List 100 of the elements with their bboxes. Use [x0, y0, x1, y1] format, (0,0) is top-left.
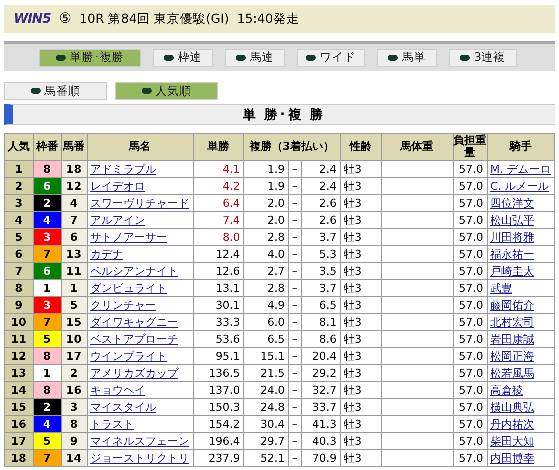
frame-cell: 7	[33, 246, 62, 262]
table-cell: 8	[4, 280, 34, 296]
table-cell: 牡3	[340, 432, 382, 450]
table-cell: 57.0	[453, 348, 488, 364]
table-cell: 牡3	[340, 296, 382, 314]
table-cell: 1.9	[244, 160, 289, 178]
table-cell: 9	[4, 296, 34, 314]
table-cell: 57.0	[453, 432, 488, 450]
table-cell: 237.9	[193, 450, 244, 466]
table-cell: 196.4	[193, 432, 244, 450]
table-cell: 7	[4, 262, 34, 280]
table-cell: 13.1	[193, 280, 244, 296]
bet-type-tab[interactable]: 枠連	[153, 48, 213, 66]
table-cell: 3.7	[302, 228, 340, 246]
column-header: 馬番	[61, 134, 88, 160]
frame-cell: 8	[33, 160, 62, 178]
table-cell: 牡3	[340, 382, 382, 398]
leg-number: ⑤	[59, 11, 72, 27]
table-cell: 5.3	[302, 246, 340, 262]
table-cell: 14	[4, 382, 34, 398]
bullet-icon	[30, 88, 40, 94]
table-cell: 8	[61, 416, 88, 432]
frame-cell: 4	[33, 416, 62, 432]
bet-type-tab[interactable]: 馬連	[225, 48, 285, 66]
bullet-icon	[142, 88, 152, 94]
table-cell: 2.7	[244, 262, 289, 280]
table-cell: 2.0	[244, 212, 289, 228]
table-cell: 57.0	[453, 246, 488, 262]
column-header: 人気	[4, 134, 34, 160]
frame-cell: 8	[33, 382, 62, 398]
sort-tab[interactable]: 人気順	[115, 82, 218, 100]
table-cell: 牡3	[340, 246, 382, 262]
bet-type-tab[interactable]: ワイド	[297, 48, 365, 66]
table-cell: 154.2	[193, 416, 244, 432]
table-cell: 57.0	[453, 314, 488, 330]
table-cell: 4	[4, 212, 34, 228]
table-cell: 2	[4, 178, 34, 194]
bullet-icon	[306, 54, 316, 60]
table-cell: 5	[4, 228, 34, 246]
table-cell: 57.0	[453, 194, 488, 212]
table-cell: 10	[61, 330, 88, 348]
table-cell: 牡3	[340, 212, 382, 228]
table-cell: 2.6	[302, 194, 340, 212]
table-cell: 4	[61, 194, 88, 212]
table-cell: 4.0	[244, 246, 289, 262]
table-cell: 150.3	[193, 398, 244, 416]
table-cell: 53.6	[193, 330, 244, 348]
table-cell: 2.8	[244, 280, 289, 296]
frame-cell: 8	[33, 348, 62, 364]
table-cell: 4.2	[193, 178, 244, 194]
table-cell: 57.0	[453, 178, 488, 194]
table-cell: 2	[61, 364, 88, 382]
table-cell: 6.5	[302, 296, 340, 314]
bullet-icon	[164, 54, 174, 60]
table-cell: 6.5	[244, 330, 289, 348]
table-cell: 牡3	[340, 314, 382, 330]
table-cell: 18	[4, 450, 34, 466]
column-header: 単勝	[193, 134, 244, 160]
race-title: 10R 第84回 東京優駿(GI)	[80, 10, 230, 28]
table-cell: 57.0	[453, 398, 488, 416]
section-title: 単 勝･複 勝	[242, 106, 326, 124]
table-cell: 57.0	[453, 296, 488, 314]
table-cell: 136.5	[193, 364, 244, 382]
table-cell: 4.9	[244, 296, 289, 314]
bullet-icon	[460, 54, 470, 60]
table-cell: 2.8	[244, 228, 289, 246]
table-cell: 15	[61, 314, 88, 330]
sort-tab[interactable]: 馬番順	[4, 82, 107, 100]
table-cell: 57.0	[453, 212, 488, 228]
frame-cell: 1	[33, 280, 62, 296]
table-cell: 2.0	[244, 194, 289, 212]
table-cell: 33.3	[193, 314, 244, 330]
table-cell: 牡3	[340, 262, 382, 280]
table-cell: 7	[61, 212, 88, 228]
table-cell: 57.0	[453, 280, 488, 296]
bet-type-tab[interactable]: 単勝･複勝	[39, 48, 141, 66]
table-cell: 57.0	[453, 450, 488, 466]
table-cell: 10	[4, 314, 34, 330]
table-cell: 16	[61, 382, 88, 398]
table-cell: 30.1	[193, 296, 244, 314]
start-time: 15:40発走	[237, 10, 300, 28]
column-header: 性齢	[340, 134, 382, 160]
bet-type-tab[interactable]: 3連複	[449, 48, 517, 66]
table-cell: 12	[61, 178, 88, 194]
table-cell: 21.5	[244, 364, 289, 382]
table-cell: 12	[4, 348, 34, 364]
frame-cell: 5	[33, 330, 62, 348]
table-cell: 30.4	[244, 416, 289, 432]
table-cell: 70.9	[302, 450, 340, 466]
frame-cell: 1	[33, 364, 62, 382]
frame-cell: 3	[33, 296, 62, 314]
bet-type-tab[interactable]: 馬単	[377, 48, 437, 66]
table-cell: 137.0	[193, 382, 244, 398]
table-cell: 牡3	[340, 348, 382, 364]
table-cell: 15.1	[244, 348, 289, 364]
table-cell: 牡3	[340, 280, 382, 296]
table-cell: 18	[61, 160, 88, 178]
table-cell: 24.8	[244, 398, 289, 416]
frame-cell: 5	[33, 432, 62, 450]
bullet-icon	[56, 54, 66, 60]
